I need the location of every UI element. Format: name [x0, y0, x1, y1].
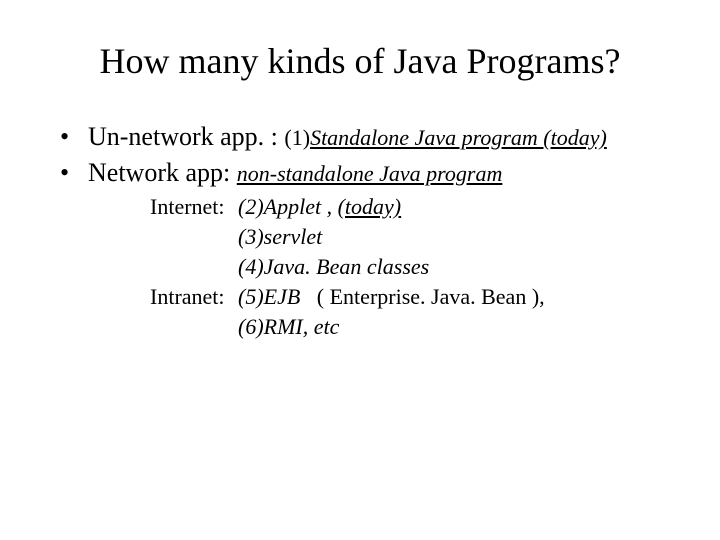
bullet-label: Network app:	[88, 158, 230, 187]
sub-value: (3)servlet	[238, 224, 322, 250]
sub-spacer	[150, 254, 238, 280]
sub-row: (3)servlet	[150, 224, 670, 250]
bullet-icon: •	[60, 122, 88, 152]
sub-spacer	[150, 314, 238, 340]
sub-value: (5)EJB ( Enterprise. Java. Bean ),	[238, 284, 545, 310]
bullet-desc: non-standalone Java program	[237, 161, 503, 186]
slide: How many kinds of Java Programs? • Un-ne…	[0, 0, 720, 340]
sub-spacer	[150, 224, 238, 250]
page-title: How many kinds of Java Programs?	[50, 40, 670, 82]
sub-value: (2)Applet , (today)	[238, 194, 401, 220]
sub-label-intranet: Intranet:	[150, 284, 238, 310]
list-item: • Network app: non-standalone Java progr…	[60, 158, 670, 188]
sub-row: Intranet: (5)EJB ( Enterprise. Java. Bea…	[150, 284, 670, 310]
sub-list: Internet: (2)Applet , (today) (3)servlet…	[150, 194, 670, 340]
bullet-list: • Un-network app. : (1)Standalone Java p…	[60, 122, 670, 188]
bullet-label: Un-network app. :	[88, 122, 278, 151]
sub-row: Internet: (2)Applet , (today)	[150, 194, 670, 220]
sub-label-internet: Internet:	[150, 194, 238, 220]
sub-value: (6)RMI, etc	[238, 314, 339, 340]
sub-value: (4)Java. Bean classes	[238, 254, 429, 280]
bullet-content: Network app: non-standalone Java program	[88, 158, 502, 188]
bullet-content: Un-network app. : (1)Standalone Java pro…	[88, 122, 607, 152]
bullet-icon: •	[60, 158, 88, 188]
sub-row: (4)Java. Bean classes	[150, 254, 670, 280]
sub-row: (6)RMI, etc	[150, 314, 670, 340]
bullet-desc: (1)Standalone Java program (today)	[284, 125, 606, 150]
list-item: • Un-network app. : (1)Standalone Java p…	[60, 122, 670, 152]
